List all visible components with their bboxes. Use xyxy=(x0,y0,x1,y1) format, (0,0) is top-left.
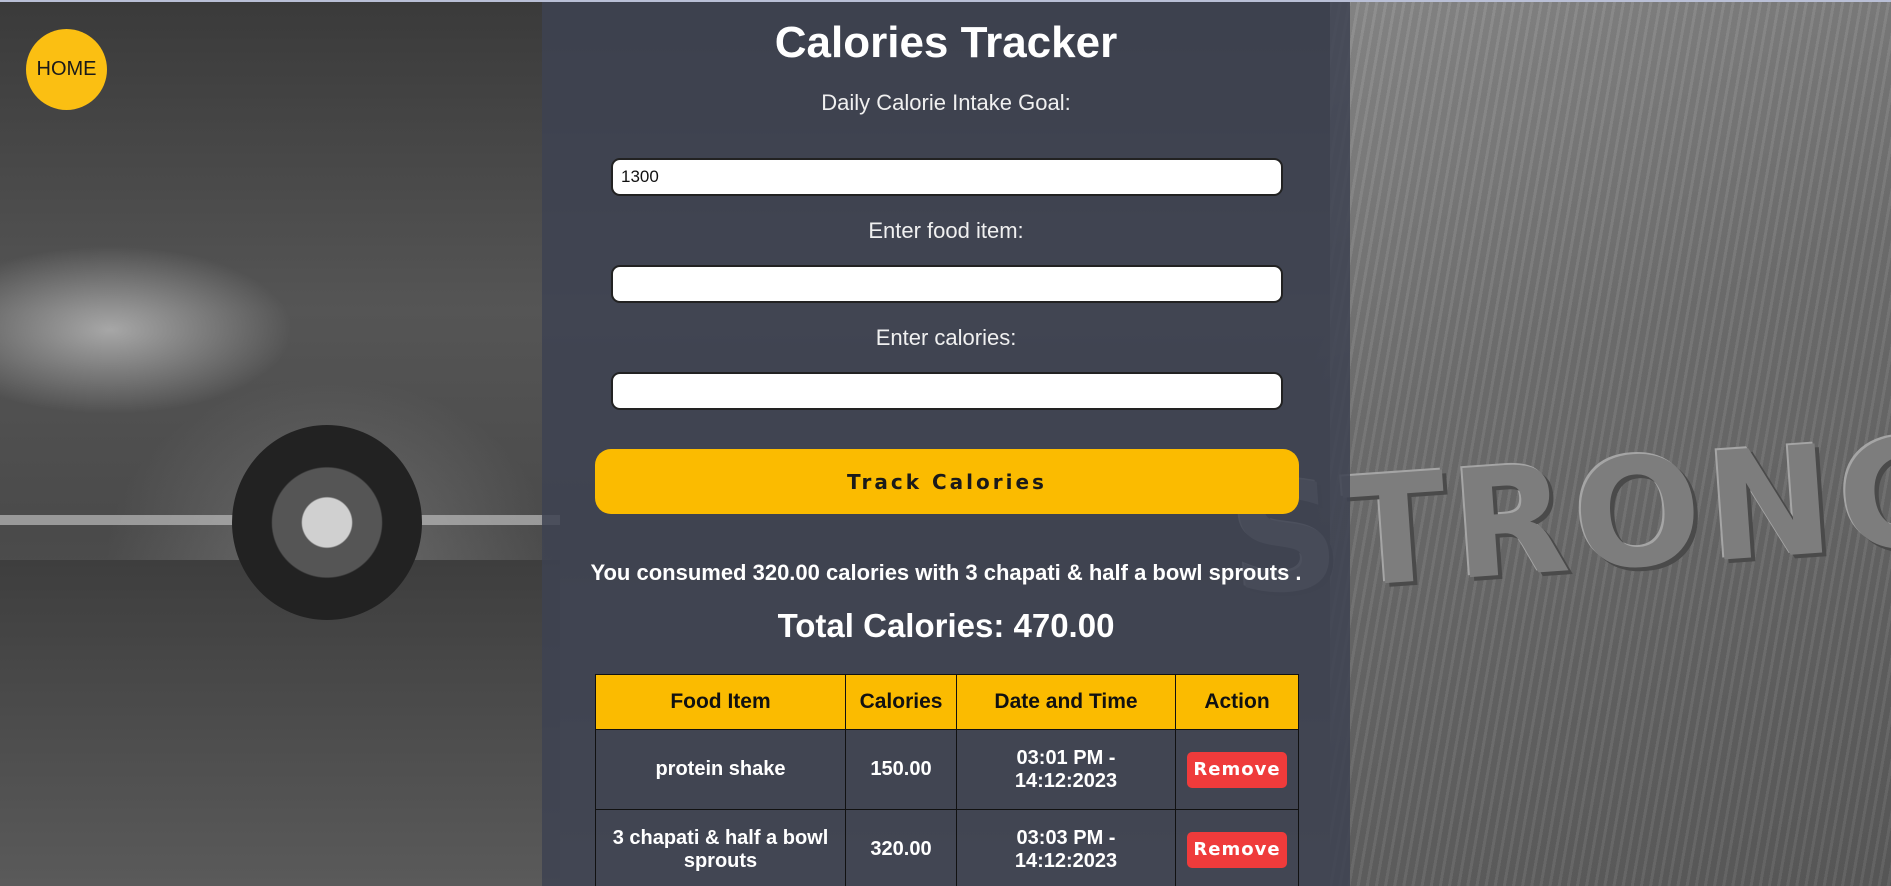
calories-input[interactable] xyxy=(611,372,1283,410)
date-text: 14:12:2023 xyxy=(1014,769,1118,792)
table-header-row: Food Item Calories Date and Time Action xyxy=(595,674,1299,730)
tracker-panel: Calories Tracker Daily Calorie Intake Go… xyxy=(542,2,1350,886)
food-item-cell: protein shake xyxy=(595,729,846,810)
goal-input[interactable] xyxy=(611,158,1283,196)
header-food-item: Food Item xyxy=(595,674,846,730)
remove-button[interactable]: Remove xyxy=(1187,751,1287,788)
time-text: 03:03 PM - xyxy=(1016,826,1116,849)
calories-label: Enter calories: xyxy=(875,325,1017,350)
food-log-table: Food Item Calories Date and Time Action … xyxy=(595,674,1299,886)
header-date-time: Date and Time xyxy=(956,674,1176,730)
food-item-cell: 3 chapati & half a bowl sprouts xyxy=(595,809,846,886)
calories-cell: 150.00 xyxy=(845,729,957,810)
background-weight-plate xyxy=(232,425,422,620)
home-button[interactable]: HOME xyxy=(26,29,107,110)
calories-cell: 320.00 xyxy=(845,809,957,886)
action-cell: Remove xyxy=(1175,729,1299,810)
header-action: Action xyxy=(1175,674,1299,730)
date-text: 14:12:2023 xyxy=(1014,849,1118,872)
remove-button[interactable]: Remove xyxy=(1187,831,1287,868)
action-cell: Remove xyxy=(1175,809,1299,886)
time-text: 03:01 PM - xyxy=(1016,746,1116,769)
table-row: protein shake 150.00 03:01 PM - 14:12:20… xyxy=(595,729,1299,810)
food-item-input[interactable] xyxy=(611,265,1283,303)
date-time-cell: 03:03 PM - 14:12:2023 xyxy=(956,809,1176,886)
background-floor xyxy=(0,560,560,886)
track-calories-button[interactable]: Track Calories xyxy=(595,449,1299,514)
table-row: 3 chapati & half a bowl sprouts 320.00 0… xyxy=(595,809,1299,886)
page-title: Calories Tracker xyxy=(774,18,1118,67)
consumed-message: You consumed 320.00 calories with 3 chap… xyxy=(590,560,1302,585)
goal-label: Daily Calorie Intake Goal: xyxy=(821,90,1071,115)
header-calories: Calories xyxy=(845,674,957,730)
food-label: Enter food item: xyxy=(868,218,1024,243)
total-calories: Total Calories: 470.00 xyxy=(777,607,1115,644)
date-time-cell: 03:01 PM - 14:12:2023 xyxy=(956,729,1176,810)
